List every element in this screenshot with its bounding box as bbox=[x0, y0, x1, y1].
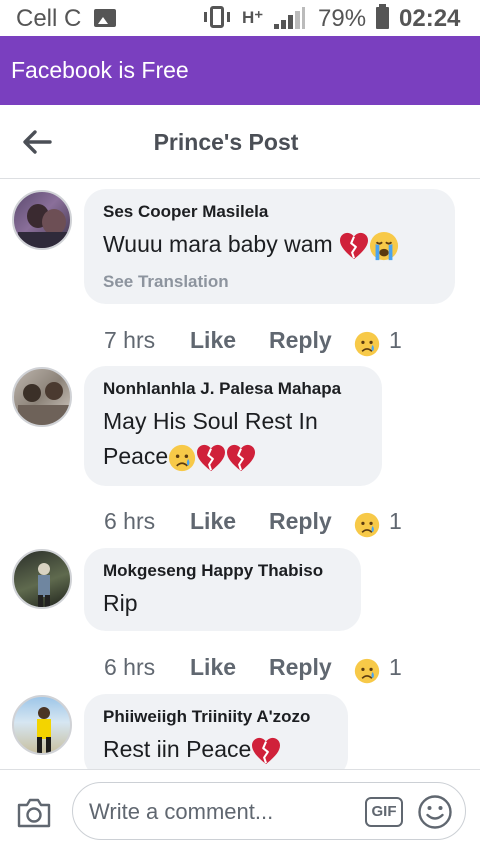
avatar[interactable] bbox=[12, 190, 72, 250]
comment-text-line2: Peace bbox=[103, 443, 169, 469]
comment-list[interactable]: Ses Cooper Masilela Wuuu mara baby wam S… bbox=[0, 179, 480, 769]
comment-bubble[interactable]: Mokgeseng Happy Thabiso Rip bbox=[84, 548, 361, 631]
battery-icon bbox=[376, 4, 389, 29]
avatar-photo bbox=[38, 563, 50, 607]
free-mode-banner[interactable]: Facebook is Free bbox=[0, 36, 480, 105]
reply-button[interactable]: Reply bbox=[269, 654, 332, 681]
camera-icon[interactable] bbox=[16, 797, 52, 829]
comment-author[interactable]: Nonhlanhla J. Palesa Mahapa bbox=[103, 379, 362, 399]
reaction-count[interactable]: 1 bbox=[389, 327, 402, 354]
comment-author[interactable]: Ses Cooper Masilela bbox=[103, 202, 435, 222]
avatar[interactable] bbox=[12, 549, 72, 609]
post-header: Prince's Post bbox=[0, 105, 480, 179]
comment-bubble[interactable]: Nonhlanhla J. Palesa Mahapa May His Soul… bbox=[84, 366, 382, 486]
avatar-photo bbox=[37, 707, 51, 753]
clock: 02:24 bbox=[399, 5, 461, 32]
avatar[interactable] bbox=[12, 695, 72, 755]
comment-text: Rip bbox=[103, 590, 138, 616]
like-button[interactable]: Like bbox=[190, 508, 236, 535]
banner-title: Facebook is Free bbox=[11, 57, 189, 83]
comment-composer: Write a comment... GIF bbox=[0, 769, 480, 854]
reaction-count[interactable]: 1 bbox=[389, 508, 402, 535]
reply-button[interactable]: Reply bbox=[269, 327, 332, 354]
comment-time: 7 hrs bbox=[104, 327, 156, 353]
carrier-label: Cell C bbox=[16, 5, 82, 32]
avatar[interactable] bbox=[12, 367, 72, 427]
status-bar: Cell C H⁺ 79% 02:24 bbox=[0, 0, 480, 36]
comment-bubble[interactable]: Ses Cooper Masilela Wuuu mara baby wam S… bbox=[84, 189, 455, 304]
page-title: Prince's Post bbox=[153, 129, 299, 155]
comment-input-placeholder: Write a comment... bbox=[89, 799, 274, 824]
like-button[interactable]: Like bbox=[190, 654, 236, 681]
comment-text-content: Wuuu mara baby wam bbox=[103, 231, 333, 257]
smiley-icon[interactable] bbox=[417, 794, 453, 830]
crying-face-icon bbox=[369, 231, 399, 261]
comment-time: 6 hrs bbox=[104, 508, 156, 534]
screen: Cell C H⁺ 79% 02:24 Facebook is Free Pri… bbox=[0, 0, 480, 854]
sad-reaction-icon[interactable] bbox=[354, 658, 380, 684]
gallery-icon bbox=[94, 9, 116, 27]
broken-heart-icon bbox=[339, 232, 369, 260]
signal-icon bbox=[272, 7, 306, 29]
comment-text: Wuuu mara baby wam bbox=[103, 227, 435, 262]
reply-button[interactable]: Reply bbox=[269, 508, 332, 535]
comment-author[interactable]: Phiiweiigh Triiniity A'zozo bbox=[103, 707, 328, 727]
gif-button[interactable]: GIF bbox=[365, 797, 403, 827]
comment-text-line1: May His Soul Rest In bbox=[103, 408, 318, 434]
broken-heart-icon bbox=[196, 444, 226, 472]
comment-text: May His Soul Rest In Peace bbox=[103, 404, 362, 474]
comment-time: 6 hrs bbox=[104, 654, 156, 680]
comment-bubble[interactable]: Phiiweiigh Triiniity A'zozo Rest iin Pea… bbox=[84, 694, 348, 769]
reaction-count[interactable]: 1 bbox=[389, 654, 402, 681]
comment-text-content: Rest iin Peace bbox=[103, 736, 252, 762]
comment-input[interactable]: Write a comment... GIF bbox=[72, 782, 466, 840]
sad-face-icon bbox=[168, 444, 196, 472]
battery-percent: 79% bbox=[318, 5, 367, 32]
avatar-photo bbox=[18, 204, 70, 248]
like-button[interactable]: Like bbox=[190, 327, 236, 354]
avatar-photo bbox=[18, 382, 70, 425]
broken-heart-icon bbox=[226, 444, 256, 472]
comment-author[interactable]: Mokgeseng Happy Thabiso bbox=[103, 561, 341, 581]
vibrate-icon bbox=[204, 6, 230, 28]
broken-heart-icon bbox=[251, 737, 281, 765]
sad-reaction-icon[interactable] bbox=[354, 512, 380, 538]
comment-text: Rest iin Peace bbox=[103, 732, 328, 767]
network-type: H⁺ bbox=[242, 8, 264, 27]
see-translation-link[interactable]: See Translation bbox=[103, 272, 435, 292]
sad-reaction-icon[interactable] bbox=[354, 331, 380, 357]
